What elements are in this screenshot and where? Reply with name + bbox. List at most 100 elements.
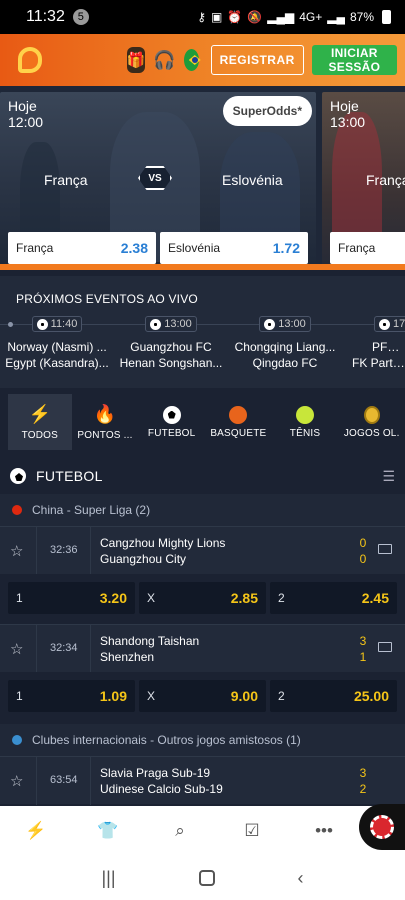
recent-apps-icon[interactable]: ||| bbox=[101, 868, 115, 889]
away-team: Shenzhen bbox=[100, 650, 155, 664]
odd-button-draw[interactable]: X 9.00 bbox=[139, 680, 266, 712]
odd-button-home[interactable]: 1 3.20 bbox=[8, 582, 135, 614]
event-time: 13:00 bbox=[164, 318, 192, 330]
match-hour: 12:00 bbox=[8, 114, 44, 130]
betslip-icon[interactable]: ☑ bbox=[216, 821, 288, 841]
match-row[interactable]: ☆ 32:36 Cangzhou Mighty Lions Guangzhou … bbox=[0, 526, 405, 575]
event-time-pill: 11:40 bbox=[31, 316, 83, 332]
tab-label: JOGOS OL. bbox=[343, 427, 400, 439]
league-header[interactable]: China - Super Liga (2) bbox=[0, 494, 405, 526]
event-team-1: Norway (Nasmi) ... bbox=[7, 339, 107, 354]
match-row[interactable]: ☆ 32:34 Shandong Taishan Shenzhen 3 1 bbox=[0, 624, 405, 673]
league-name: Clubes internacionais - Outros jogos ami… bbox=[32, 733, 301, 747]
signal-icon: ▂▄▆ bbox=[267, 10, 295, 24]
score-away: 0 bbox=[359, 552, 367, 566]
live-event-item[interactable]: 13:00 Chongqing Liang... Qingdao FC bbox=[230, 316, 340, 371]
divider bbox=[90, 625, 91, 673]
tennis-ball-icon bbox=[296, 405, 315, 424]
tab-tennis[interactable]: TÊNIS bbox=[272, 394, 339, 450]
divider bbox=[90, 527, 91, 575]
section-title: PRÓXIMOS EVENTOS AO VIVO bbox=[16, 292, 198, 306]
basketball-icon bbox=[229, 405, 248, 424]
odd-button-draw[interactable]: X 2.85 bbox=[139, 582, 266, 614]
casino-chip-icon bbox=[370, 815, 394, 839]
odd-value: 1.72 bbox=[272, 240, 300, 256]
home-icon[interactable] bbox=[198, 870, 215, 886]
match-hour: 13:00 bbox=[330, 114, 366, 130]
odd-button-away[interactable]: 2 2.45 bbox=[270, 582, 397, 614]
score-home: 3 bbox=[359, 634, 367, 648]
lightning-icon[interactable]: ⚡ bbox=[0, 821, 72, 841]
brand-logo[interactable] bbox=[16, 45, 42, 75]
more-icon[interactable]: ••• bbox=[288, 821, 360, 841]
match-score: 3 1 bbox=[358, 633, 368, 665]
status-time: 11:32 bbox=[26, 8, 65, 25]
divider bbox=[36, 527, 37, 575]
odd-value: 1.09 bbox=[99, 688, 127, 704]
score-home: 3 bbox=[359, 766, 367, 780]
tab-olympic-games[interactable]: JOGOS OL. bbox=[338, 394, 405, 450]
home-team: Shandong Taishan bbox=[100, 634, 200, 648]
away-team: Udinese Calcio Sub-19 bbox=[100, 782, 223, 796]
live-event-item[interactable]: 11:40 Norway (Nasmi) ... Egypt (Kasandra… bbox=[2, 316, 112, 371]
odd-button-home[interactable]: 1 1.09 bbox=[8, 680, 135, 712]
stats-icon[interactable] bbox=[378, 642, 392, 652]
soccer-ball-icon bbox=[162, 405, 181, 424]
odds-row: 1 1.09 X 9.00 2 25.00 bbox=[0, 672, 405, 720]
battery-percent: 87% bbox=[349, 10, 374, 24]
event-time: 17 bbox=[393, 318, 405, 330]
match-score: 0 0 bbox=[358, 535, 368, 567]
lightning-icon: ⚡ bbox=[28, 403, 52, 424]
match-row[interactable]: ☆ 63:54 Slavia Praga Sub-19 Udinese Calc… bbox=[0, 756, 405, 805]
featured-card[interactable]: Hoje 13:00 França França bbox=[322, 92, 405, 266]
search-icon[interactable]: ⌕ bbox=[144, 821, 216, 841]
live-event-item[interactable]: 13:00 Guangzhou FC Henan Songshan... bbox=[116, 316, 226, 371]
soccer-ball-icon bbox=[10, 468, 26, 484]
back-icon[interactable]: ‹ bbox=[297, 868, 303, 889]
tab-all[interactable]: ⚡ TODOS bbox=[8, 394, 72, 450]
tab-football[interactable]: FUTEBOL bbox=[138, 394, 205, 450]
league-name: China - Super Liga (2) bbox=[32, 503, 151, 517]
match-clock: 32:34 bbox=[50, 642, 78, 654]
register-button[interactable]: REGISTRAR bbox=[210, 45, 304, 75]
home-team: França bbox=[44, 172, 88, 188]
support-headset-icon[interactable]: 🎧 bbox=[153, 47, 175, 73]
match-day: Hoje bbox=[8, 98, 37, 114]
tab-hot[interactable]: 🔥 PONTOS ... bbox=[72, 394, 139, 450]
gift-icon[interactable]: 🎁 bbox=[126, 47, 146, 73]
favorite-star-icon[interactable]: ☆ bbox=[10, 772, 23, 790]
odd-label: Eslovénia bbox=[168, 241, 221, 255]
live-event-item[interactable]: 17 PFC S FK Partiza bbox=[344, 316, 405, 371]
featured-card[interactable]: Hoje 12:00 SuperOdds * França VS Eslovéni… bbox=[0, 92, 316, 266]
mute-icon: 🔕 bbox=[247, 10, 263, 24]
match-day: Hoje bbox=[330, 98, 359, 114]
match-clock: 63:54 bbox=[50, 774, 78, 786]
status-icons: ⚷ ▣ ⏰ 🔕 ▂▄▆ 4G+ ▂▄ 87% bbox=[197, 10, 391, 24]
stats-icon[interactable] bbox=[378, 544, 392, 554]
odd-home-button[interactable]: França 2.38 bbox=[8, 232, 156, 264]
odd-home-button[interactable]: França bbox=[330, 232, 405, 264]
battery-icon bbox=[382, 10, 391, 24]
event-team-1: PFC S bbox=[372, 339, 405, 354]
list-menu-icon[interactable]: ☰ bbox=[382, 468, 395, 485]
favorite-star-icon[interactable]: ☆ bbox=[10, 542, 23, 560]
league-header[interactable]: Clubes internacionais - Outros jogos ami… bbox=[0, 724, 405, 756]
alarm-icon: ⏰ bbox=[227, 10, 243, 24]
key-icon: ⚷ bbox=[197, 10, 206, 24]
carousel-accent-bar bbox=[0, 264, 405, 270]
tab-basketball[interactable]: BASQUETE bbox=[205, 394, 272, 450]
brazil-flag-icon[interactable] bbox=[183, 49, 199, 71]
home-team: Slavia Praga Sub-19 bbox=[100, 766, 211, 780]
favorite-star-icon[interactable]: ☆ bbox=[10, 640, 23, 658]
system-navigation-bar: ||| ‹ bbox=[0, 856, 405, 900]
app-header: 🎁 🎧 REGISTRAR INICIAR SESSÃO bbox=[0, 34, 405, 86]
match-clock: 32:36 bbox=[50, 544, 78, 556]
odd-away-button[interactable]: Eslovénia 1.72 bbox=[160, 232, 308, 264]
casino-chip-button[interactable] bbox=[359, 804, 405, 850]
event-team-1: Chongqing Liang... bbox=[234, 339, 336, 354]
app-screen: 11:32 5 ⚷ ▣ ⏰ 🔕 ▂▄▆ 4G+ ▂▄ 87% 🎁 🎧 REGIS… bbox=[0, 0, 405, 900]
login-button[interactable]: INICIAR SESSÃO bbox=[311, 45, 397, 75]
odd-button-away[interactable]: 2 25.00 bbox=[270, 680, 397, 712]
jersey-icon[interactable]: 👕 bbox=[72, 821, 144, 841]
soccer-ball-icon bbox=[264, 318, 276, 330]
